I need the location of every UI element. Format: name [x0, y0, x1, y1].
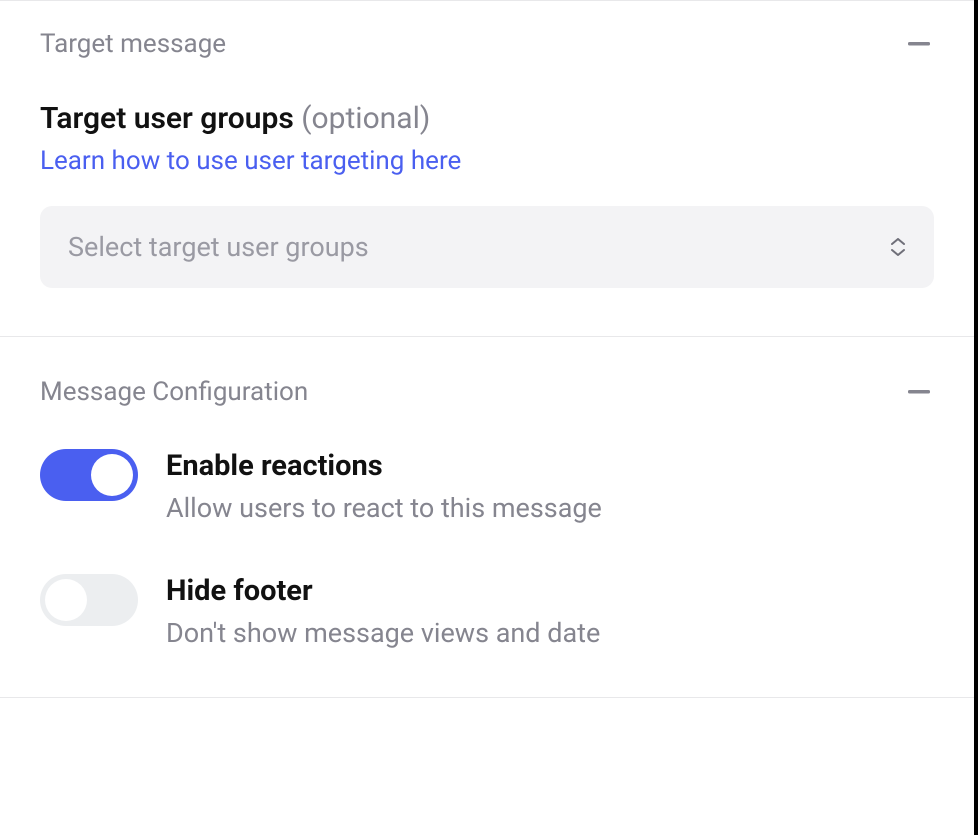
target-user-groups-select-placeholder: Select target user groups	[68, 231, 369, 263]
enable-reactions-text: Enable reactions Allow users to react to…	[166, 447, 934, 524]
enable-reactions-label: Enable reactions	[166, 447, 934, 486]
target-user-groups-label-suffix: (optional)	[301, 101, 430, 136]
settings-panel: Target message Target user groups (optio…	[0, 0, 974, 698]
message-configuration-header: Message Configuration	[40, 377, 934, 407]
enable-reactions-row: Enable reactions Allow users to react to…	[40, 447, 934, 524]
user-targeting-help-link[interactable]: Learn how to use user targeting here	[40, 146, 461, 176]
enable-reactions-toggle[interactable]	[40, 449, 138, 501]
toggle-knob	[45, 579, 87, 621]
message-configuration-section: Message Configuration Enable reactions A…	[0, 337, 974, 697]
collapse-icon[interactable]	[904, 34, 934, 54]
enable-reactions-description: Allow users to react to this message	[166, 492, 934, 524]
hide-footer-row: Hide footer Don't show message views and…	[40, 572, 934, 649]
target-message-section: Target message Target user groups (optio…	[0, 1, 974, 337]
hide-footer-text: Hide footer Don't show message views and…	[166, 572, 934, 649]
toggle-knob	[91, 454, 133, 496]
target-message-header: Target message	[40, 29, 934, 59]
hide-footer-description: Don't show message views and date	[166, 617, 934, 649]
target-message-title: Target message	[40, 29, 226, 59]
config-list: Enable reactions Allow users to react to…	[40, 447, 934, 649]
hide-footer-label: Hide footer	[166, 572, 934, 611]
target-user-groups-label-row: Target user groups (optional)	[40, 99, 934, 138]
message-configuration-title: Message Configuration	[40, 377, 308, 407]
collapse-icon[interactable]	[904, 382, 934, 402]
chevron-up-down-icon	[890, 238, 906, 256]
hide-footer-toggle[interactable]	[40, 574, 138, 626]
target-user-groups-select[interactable]: Select target user groups	[40, 206, 934, 288]
target-user-groups-label: Target user groups	[40, 101, 294, 136]
